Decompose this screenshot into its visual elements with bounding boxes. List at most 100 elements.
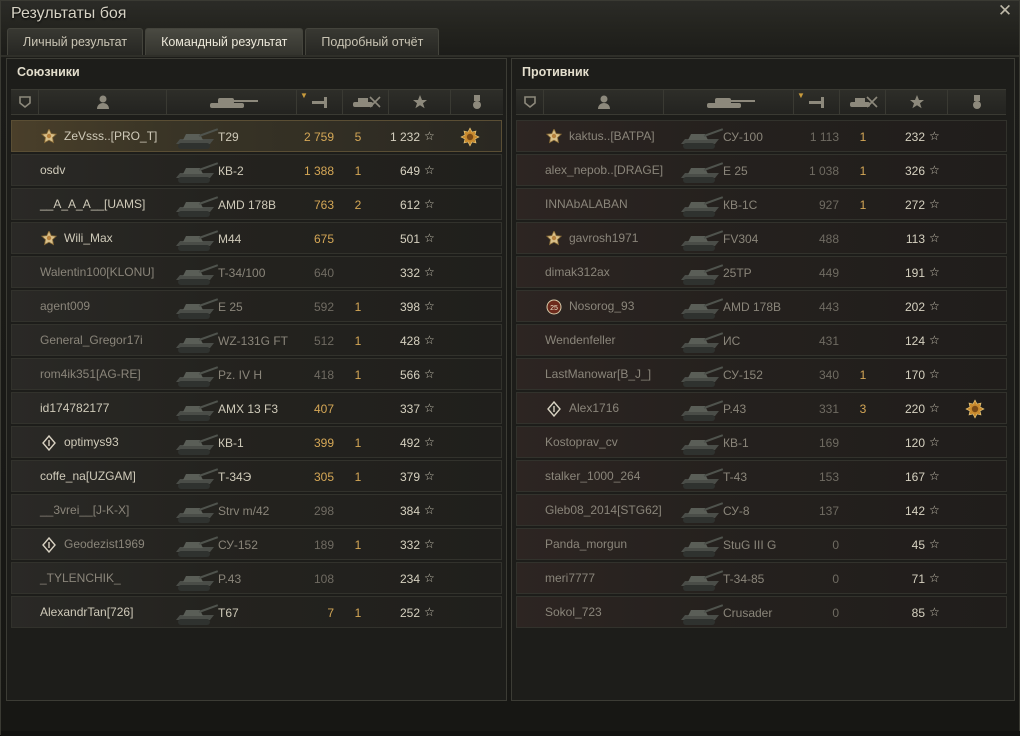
kills-icon[interactable] (343, 90, 389, 114)
enemy-row[interactable]: Kostoprav_cv КВ-1 169 120 ☆ (516, 426, 1007, 458)
tab-personal-result[interactable]: Личный результат (7, 28, 144, 55)
ally-row[interactable]: rom4ik351[AG-RE] Pz. IV H 418 1 566 ☆ (11, 358, 502, 390)
ally-row[interactable]: __3vrei__[J-K-X] Strv m/42 298 384 ☆ (11, 494, 502, 526)
tank-icon[interactable] (664, 90, 794, 114)
enemy-row[interactable]: gavrosh1971 FV304 488 113 ☆ (516, 222, 1007, 254)
enemy-row[interactable]: Alex1716 P.43 331 3 220 ☆ (516, 392, 1007, 424)
ally-row[interactable]: id174782177 AMX 13 F3 407 337 ☆ (11, 392, 502, 424)
enemies-header: ▼ (516, 89, 1006, 115)
tab-detailed-report[interactable]: Подробный отчёт (305, 28, 440, 55)
experience-value: 45 (911, 538, 925, 552)
player-name: ZeVsss..[PRO_T] (64, 129, 158, 143)
player-name: Wili_Max (64, 231, 113, 245)
damage-value: 418 (313, 368, 334, 382)
damage-value: 675 (313, 232, 334, 246)
experience-value: 379 (399, 470, 420, 484)
experience-value: 326 (904, 164, 925, 178)
star-icon: ☆ (424, 367, 435, 381)
player-name: gavrosh1971 (569, 231, 639, 245)
tank-name: T-34-85 (723, 572, 765, 586)
player-name: osdv (40, 163, 66, 177)
allies-title: Союзники (17, 65, 80, 79)
ally-row[interactable]: Walentin100[KLONU] T-34/100 640 332 ☆ (11, 256, 502, 288)
enemy-row[interactable]: Wendenfeller ИС 431 124 ☆ (516, 324, 1007, 356)
enemy-row[interactable]: Panda_morgun StuG III G 0 45 ☆ (516, 528, 1007, 560)
tab-bar: Личный результат Командный результат Под… (7, 28, 440, 55)
experience-value: 113 (905, 232, 925, 246)
player-name: stalker_1000_264 (545, 469, 641, 483)
tank-name: T-43 (723, 470, 748, 484)
tank-name: StuG III G (723, 538, 777, 552)
star-icon: ☆ (929, 265, 940, 279)
tab-team-result[interactable]: Командный результат (145, 28, 304, 55)
kills-icon[interactable] (840, 90, 886, 114)
squad-icon[interactable] (516, 90, 544, 114)
close-icon[interactable]: ✕ (997, 2, 1013, 19)
player-name: agent009 (40, 299, 91, 313)
bottom-strip (1, 731, 1020, 736)
player-name: Nosorog_93 (569, 299, 635, 313)
enemy-row[interactable]: kaktus..[BATPA] СУ-100 1 113 1 232 ☆ (516, 120, 1007, 152)
player-name: __A_A_A__[UAMS] (40, 197, 146, 211)
tank-name: Strv m/42 (218, 504, 270, 518)
ally-row[interactable]: __A_A_A__[UAMS] AMD 178B 763 2 612 ☆ (11, 188, 502, 220)
star-icon: ☆ (424, 401, 435, 415)
enemy-row[interactable]: 25 Nosorog_93 AMD 178B 443 202 ☆ (516, 290, 1007, 322)
damage-value: 7 (327, 606, 334, 620)
star-icon: ☆ (424, 571, 435, 585)
ally-row[interactable]: agent009 E 25 592 1 398 ☆ (11, 290, 502, 322)
ally-row[interactable]: AlexandrTan[726] T67 7 1 252 ☆ (11, 596, 502, 628)
experience-value: 167 (904, 470, 925, 484)
damage-value: 169 (818, 436, 839, 450)
tank-icon[interactable] (167, 90, 297, 114)
ally-row[interactable]: osdv КВ-2 1 388 1 649 ☆ (11, 154, 502, 186)
damage-value: 340 (818, 368, 839, 382)
player-name: meri7777 (545, 571, 596, 585)
ally-row[interactable]: coffe_na[UZGAM] Т-34Э 305 1 379 ☆ (11, 460, 502, 492)
player-name: LastManowar[B_J_] (545, 367, 652, 381)
enemy-row[interactable]: Gleb08_2014[STG62] СУ-8 137 142 ☆ (516, 494, 1007, 526)
ally-row[interactable]: _TYLENCHIK_ P.43 108 234 ☆ (11, 562, 502, 594)
damage-icon[interactable]: ▼ (297, 90, 343, 114)
player-icon[interactable] (39, 90, 167, 114)
enemy-row[interactable]: dimak312ax 25TP 449 191 ☆ (516, 256, 1007, 288)
ally-row[interactable]: General_Gregor17i WZ-131G FT 512 1 428 ☆ (11, 324, 502, 356)
enemy-row[interactable]: INNAbALABAN КВ-1С 927 1 272 ☆ (516, 188, 1007, 220)
squad-icon[interactable] (11, 90, 39, 114)
damage-value: 1 388 (303, 164, 334, 178)
tank-name: P.43 (218, 572, 242, 586)
star-icon: ☆ (929, 503, 940, 517)
damage-value: 331 (818, 402, 839, 416)
player-icon[interactable] (544, 90, 664, 114)
damage-value: 0 (832, 572, 839, 586)
enemy-row[interactable]: Sokol_723 Crusader 0 85 ☆ (516, 596, 1007, 628)
star-icon: ☆ (424, 197, 435, 211)
ally-row[interactable]: optimys93 КВ-1 399 1 492 ☆ (11, 426, 502, 458)
tank-name: СУ-152 (723, 368, 763, 382)
tank-name: T29 (218, 130, 239, 144)
ally-row[interactable]: Geodezist1969 СУ-152 189 1 332 ☆ (11, 528, 502, 560)
ally-row[interactable]: Wili_Max M44 675 501 ☆ (11, 222, 502, 254)
damage-value: 407 (313, 402, 334, 416)
damage-icon[interactable]: ▼ (794, 90, 840, 114)
enemy-row[interactable]: meri7777 T-34-85 0 71 ☆ (516, 562, 1007, 594)
experience-icon[interactable] (389, 90, 451, 114)
star-icon: ☆ (929, 469, 940, 483)
player-name: Alex1716 (569, 401, 620, 415)
tank-name: E 25 (723, 164, 748, 178)
experience-icon[interactable] (886, 90, 948, 114)
medal-icon[interactable] (948, 90, 1006, 114)
enemy-row[interactable]: stalker_1000_264 T-43 153 167 ☆ (516, 460, 1007, 492)
damage-value: 399 (313, 436, 334, 450)
experience-value: 220 (904, 402, 925, 416)
enemies-list: kaktus..[BATPA] СУ-100 1 113 1 232 ☆ alex_nepo… (516, 120, 1007, 630)
damage-value: 108 (313, 572, 334, 586)
star-icon: ☆ (929, 231, 940, 245)
medal-icon[interactable] (451, 90, 503, 114)
star-icon: ☆ (929, 605, 940, 619)
ally-row[interactable]: ZeVsss..[PRO_T] T29 2 759 5 1 232 ☆ (11, 120, 502, 152)
enemy-row[interactable]: alex_nepob..[DRAGE] E 25 1 038 1 326 ☆ (516, 154, 1007, 186)
enemy-row[interactable]: LastManowar[B_J_] СУ-152 340 1 170 ☆ (516, 358, 1007, 390)
star-icon: ☆ (424, 129, 435, 143)
tank-name: AMX 13 F3 (218, 402, 279, 416)
